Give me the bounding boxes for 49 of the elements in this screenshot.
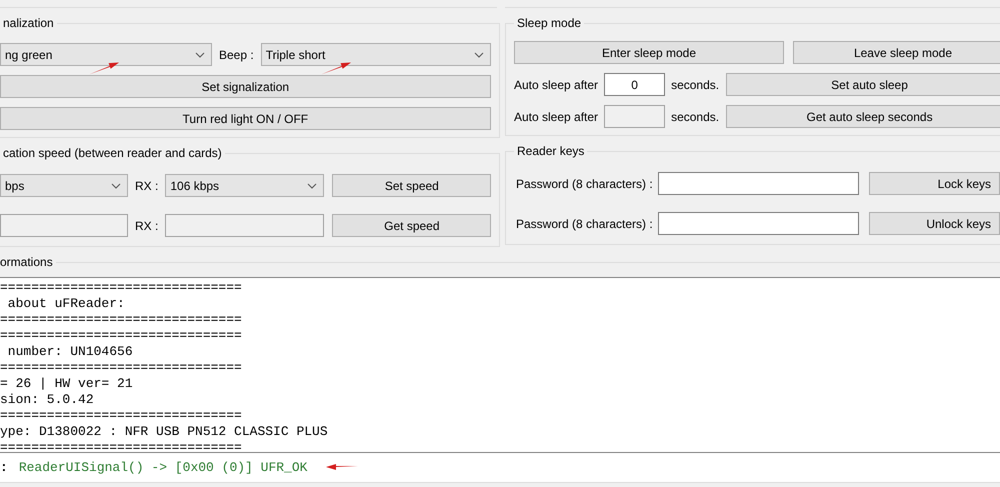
input-field[interactable] — [0, 214, 128, 237]
group-title: cation speed (between reader and cards) — [2, 146, 223, 160]
action-button[interactable]: Lock keys — [868, 172, 1000, 195]
unit-label: seconds. — [671, 110, 720, 124]
set-speed-button[interactable]: Set speed — [332, 174, 492, 197]
password-field[interactable] — [658, 212, 859, 235]
action-button[interactable]: Turn red light ON / OFF — [0, 107, 491, 130]
unit-label: seconds. — [671, 78, 720, 92]
dropdown[interactable]: Triple short — [260, 43, 491, 66]
log-line: =============================== — [0, 408, 243, 424]
log-line: about uFReader: — [6, 296, 126, 312]
dropdown-caret-icon — [195, 52, 205, 58]
field-label: Auto sleep after — [514, 78, 598, 92]
log-line: =============================== — [0, 312, 243, 328]
field-label: Auto sleep after — [514, 110, 598, 124]
group-title: nalization — [2, 16, 55, 30]
field-label: Beep : — [219, 48, 254, 62]
log-line: = 26 | HW ver= 21 — [0, 376, 134, 392]
log-line: ype: D1380022 : NFR USB PN512 CLASSIC PLUS — [0, 424, 329, 440]
log-line: =============================== — [0, 280, 243, 296]
action-button[interactable]: Set signalization — [0, 75, 491, 98]
action-button[interactable]: Unlock keys — [868, 212, 1000, 235]
field-label: Password (8 characters) : — [516, 216, 653, 230]
action-button[interactable]: Set auto sleep — [726, 73, 1000, 96]
field-label: Password (8 characters) : — [516, 176, 653, 190]
get-speed-button[interactable]: Get speed — [332, 214, 492, 237]
leave-sleep-button[interactable]: Leave sleep mode — [793, 41, 1000, 64]
log-line: =============================== — [0, 440, 243, 452]
group-title: Reader keys — [516, 144, 586, 158]
input-field[interactable] — [165, 214, 324, 237]
seconds-field[interactable]: 0 — [604, 73, 666, 96]
field-label: RX : — [135, 218, 158, 232]
password-field[interactable] — [658, 172, 859, 195]
dropdown-caret-icon — [307, 182, 318, 188]
status-message: ReaderUISignal() -> [0x00 (0)] UFR_OK — [18, 460, 308, 475]
log-line: =============================== — [0, 328, 243, 344]
log-line: number: UN104656 — [6, 344, 134, 360]
log-line: =============================== — [0, 360, 243, 376]
dropdown[interactable]: 106 kbps — [165, 174, 324, 197]
field-label: RX : — [135, 178, 158, 192]
dropdown[interactable]: ng green — [0, 43, 212, 66]
log-line: sion: 5.0.42 — [0, 392, 95, 408]
group-title: Sleep mode — [516, 16, 582, 30]
group-title: ormations — [0, 255, 54, 269]
status-prefix: : — [0, 460, 8, 475]
dropdown-caret-icon — [474, 52, 484, 58]
dropdown-caret-icon — [111, 182, 121, 188]
dropdown[interactable]: bps — [0, 174, 128, 197]
enter-sleep-button[interactable]: Enter sleep mode — [514, 41, 784, 64]
